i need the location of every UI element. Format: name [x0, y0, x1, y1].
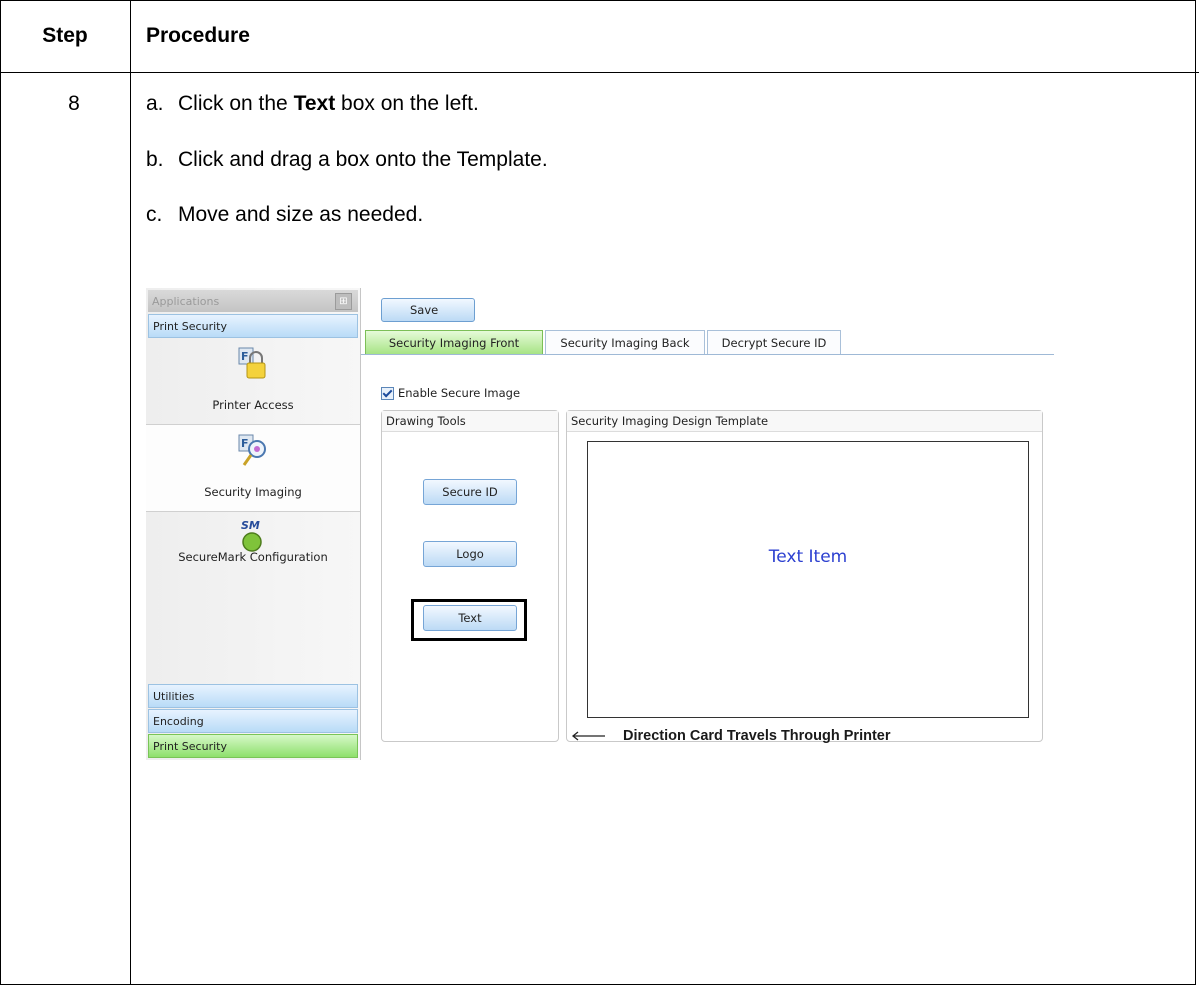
save-button[interactable]: Save	[381, 298, 475, 322]
securemark-badge: SM	[241, 519, 260, 532]
enable-secure-image-row[interactable]: Enable Secure Image	[381, 386, 520, 400]
securemark-icon: SM	[241, 519, 262, 552]
enable-secure-image-label: Enable Secure Image	[398, 386, 521, 400]
direction-note: Direction Card Travels Through Printer	[571, 728, 891, 744]
text-button-highlight	[411, 599, 527, 641]
enable-secure-image-checkbox[interactable]	[381, 386, 394, 400]
design-template-title: Security Imaging Design Template	[567, 411, 1042, 432]
nav-item-label: Security Imaging	[204, 485, 302, 499]
applications-sidebar: Applications ⊞ Print Security F Printer …	[146, 288, 361, 760]
instruction-marker: b.	[146, 148, 164, 171]
instruction-a: a. Click on the Text box on the left.	[146, 92, 479, 116]
direction-note-text: Direction Card Travels Through Printer	[623, 728, 891, 744]
instruction-marker: a.	[146, 92, 164, 115]
column-divider	[130, 0, 131, 985]
printer-access-lock-icon: F	[238, 347, 266, 379]
nav-item-printer-access[interactable]: F Printer Access	[146, 338, 360, 424]
tab-decrypt-secure-id[interactable]: Decrypt Secure ID	[707, 330, 841, 354]
instruction-b: b. Click and drag a box onto the Template…	[146, 148, 548, 172]
group-encoding[interactable]: Encoding	[148, 709, 358, 733]
instruction-text: Move and size as needed.	[178, 203, 424, 226]
svg-text:F: F	[241, 350, 249, 363]
tab-security-imaging-back[interactable]: Security Imaging Back	[545, 330, 705, 354]
instruction-bold: Text	[293, 92, 336, 115]
pin-icon[interactable]: ⊞	[335, 293, 352, 310]
app-screenshot: Applications ⊞ Print Security F Printer …	[146, 288, 1054, 760]
svg-text:F: F	[241, 437, 249, 450]
template-canvas[interactable]: Text Item	[587, 441, 1029, 718]
left-arrow-icon	[571, 731, 605, 741]
design-template-panel: Security Imaging Design Template Text It…	[566, 410, 1043, 742]
header-divider	[0, 72, 1199, 73]
instruction-marker: c.	[146, 203, 163, 226]
nav-item-security-imaging[interactable]: F Security Imaging	[146, 424, 360, 512]
instruction-text: Click on the	[178, 92, 294, 115]
group-print-security[interactable]: Print Security	[148, 734, 358, 758]
nav-item-securemark-configuration[interactable]: SM SecureMark Configuration	[146, 510, 360, 596]
step-number: 8	[68, 92, 80, 115]
main-panel: Save Security Imaging Front Security Ima…	[361, 288, 1054, 760]
sidebar-header-label: Applications	[152, 294, 220, 308]
tab-strip: Security Imaging Front Security Imaging …	[361, 326, 1054, 355]
sidebar-header: Applications ⊞	[148, 290, 358, 312]
group-utilities[interactable]: Utilities	[148, 684, 358, 708]
header-step: Step	[42, 24, 88, 47]
group-print-security-top[interactable]: Print Security	[148, 314, 358, 338]
security-imaging-icon: F	[238, 434, 266, 466]
instruction-text: Click and drag a box onto the Template.	[178, 148, 548, 171]
drawing-tools-panel: Drawing Tools	[381, 410, 559, 742]
logo-button[interactable]: Logo	[423, 541, 517, 567]
nav-item-label: Printer Access	[212, 398, 294, 412]
tab-security-imaging-front[interactable]: Security Imaging Front	[365, 330, 543, 354]
drawing-tools-title: Drawing Tools	[382, 411, 558, 432]
instruction-text-end: box on the left.	[335, 92, 479, 115]
header-procedure: Procedure	[146, 24, 250, 47]
nav-item-label: SecureMark Configuration	[178, 550, 328, 564]
text-item[interactable]: Text Item	[588, 547, 1028, 567]
secure-id-button[interactable]: Secure ID	[423, 479, 517, 505]
instruction-c: c. Move and size as needed.	[146, 203, 423, 227]
